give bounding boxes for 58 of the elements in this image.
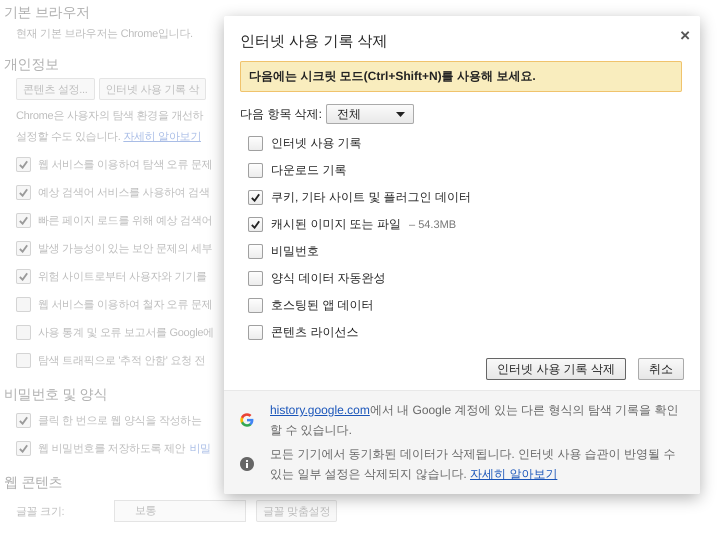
checkbox[interactable] bbox=[248, 244, 263, 259]
checkbox[interactable] bbox=[248, 325, 263, 340]
font-size-label: 글꼴 크기: bbox=[16, 504, 66, 518]
info-icon bbox=[240, 457, 254, 471]
footer-text: history.google.com에서 내 Google 계정에 있는 다른 형식의 탐색 기록을 확인할 수 있습니다. bbox=[270, 402, 680, 439]
checkbox[interactable] bbox=[16, 240, 31, 256]
footer-text: 모든 기기에서 동기화된 데이터가 삭제됩니다. 인터넷 사용 습관이 반영될 수 있는 일부 설정은 삭제되지 않습니다. 자세히 알아보기 bbox=[270, 446, 676, 483]
checkbox[interactable] bbox=[16, 296, 31, 312]
checkbox-label: 웹 서비스를 이용하여 철자 오류 문제 bbox=[38, 298, 212, 312]
checkbox-label: 다운로드 기록 bbox=[271, 162, 346, 179]
checkbox[interactable] bbox=[248, 217, 263, 232]
checkbox-label: 호스팅된 앱 데이터 bbox=[271, 297, 374, 314]
checkbox-label: 양식 데이터 자동완성 bbox=[271, 270, 386, 287]
learn-more-link[interactable]: 자세히 알아보기 bbox=[470, 467, 558, 481]
checkbox-label: 웹 서비스를 이용하여 탐색 오류 문제 bbox=[38, 158, 212, 172]
time-range-dropdown[interactable]: 전체 bbox=[326, 104, 414, 124]
checkbox[interactable] bbox=[16, 212, 31, 228]
privacy-description: Chrome은 사용자의 탐색 환경을 개선하 설정할 수도 있습니다. 자세히 알아보기 bbox=[15, 109, 204, 145]
section-heading: 비밀번호 및 양식 bbox=[4, 385, 108, 404]
checkbox-label: 캐시된 이미지 또는 파일 bbox=[271, 216, 402, 233]
checkbox[interactable] bbox=[16, 324, 31, 340]
checkbox[interactable] bbox=[16, 352, 31, 368]
checkbox[interactable] bbox=[16, 440, 31, 456]
checkbox-label: 쿠키, 기타 사이트 및 플러그인 데이터 bbox=[271, 189, 472, 206]
time-range-label: 다음 항목 삭제: bbox=[240, 106, 322, 122]
checkbox[interactable] bbox=[248, 136, 263, 151]
checkbox-label: 인터넷 사용 기록 bbox=[271, 135, 362, 152]
incognito-tip-banner: 다음에는 시크릿 모드(Ctrl+Shift+N)를 사용해 보세요. bbox=[240, 61, 682, 92]
dialog-title: 인터넷 사용 기록 삭제 bbox=[240, 32, 388, 51]
checkbox[interactable] bbox=[16, 156, 31, 172]
close-button[interactable]: × bbox=[680, 28, 690, 44]
section-heading: 개인정보 bbox=[4, 55, 60, 74]
checkbox-label: 빠른 페이지 로드를 위해 예상 검색어 bbox=[38, 214, 212, 228]
clear-data-button[interactable]: 인터넷 사용 기록 삭제 bbox=[486, 358, 626, 380]
checkbox-label: 웹 비밀번호를 저장하도록 제안 bbox=[38, 442, 186, 456]
checkbox-label: 발생 가능성이 있는 보안 문제의 세부 bbox=[38, 242, 212, 256]
default-browser-text: 현재 기본 브라우저는 Chrome입니다. bbox=[15, 27, 194, 42]
checkbox[interactable] bbox=[16, 412, 31, 428]
checkbox-label: 위험 사이트로부터 사용자와 기기를 bbox=[38, 270, 207, 284]
checkbox-label: 콘텐츠 라이선스 bbox=[271, 324, 358, 341]
history-link[interactable]: history.google.com bbox=[270, 403, 370, 417]
checkbox-label: 탐색 트래픽으로 '추적 안함' 요청 전 bbox=[38, 354, 206, 368]
checkbox-label: 사용 통계 및 오류 보고서를 Google에 bbox=[38, 326, 214, 340]
checkbox-label: 예상 검색어 서비스를 사용하여 검색 bbox=[38, 186, 210, 200]
caret-icon bbox=[396, 112, 406, 116]
checkbox[interactable] bbox=[248, 190, 263, 205]
checkbox[interactable] bbox=[248, 163, 263, 178]
checkbox-label: 클릭 한 번으로 웹 양식을 작성하는 bbox=[38, 414, 202, 428]
checkbox-label: 비밀번호 bbox=[271, 243, 319, 260]
google-logo-icon bbox=[240, 413, 254, 427]
section-heading: 웹 콘텐츠 bbox=[4, 473, 64, 492]
cancel-button[interactable]: 취소 bbox=[638, 358, 684, 380]
checkbox[interactable] bbox=[16, 184, 31, 200]
checkbox[interactable] bbox=[248, 271, 263, 286]
checkbox[interactable] bbox=[248, 298, 263, 313]
section-heading: 기본 브라우저 bbox=[4, 3, 91, 22]
cache-size: – 54.3MB bbox=[409, 218, 456, 230]
checkbox[interactable] bbox=[16, 268, 31, 284]
